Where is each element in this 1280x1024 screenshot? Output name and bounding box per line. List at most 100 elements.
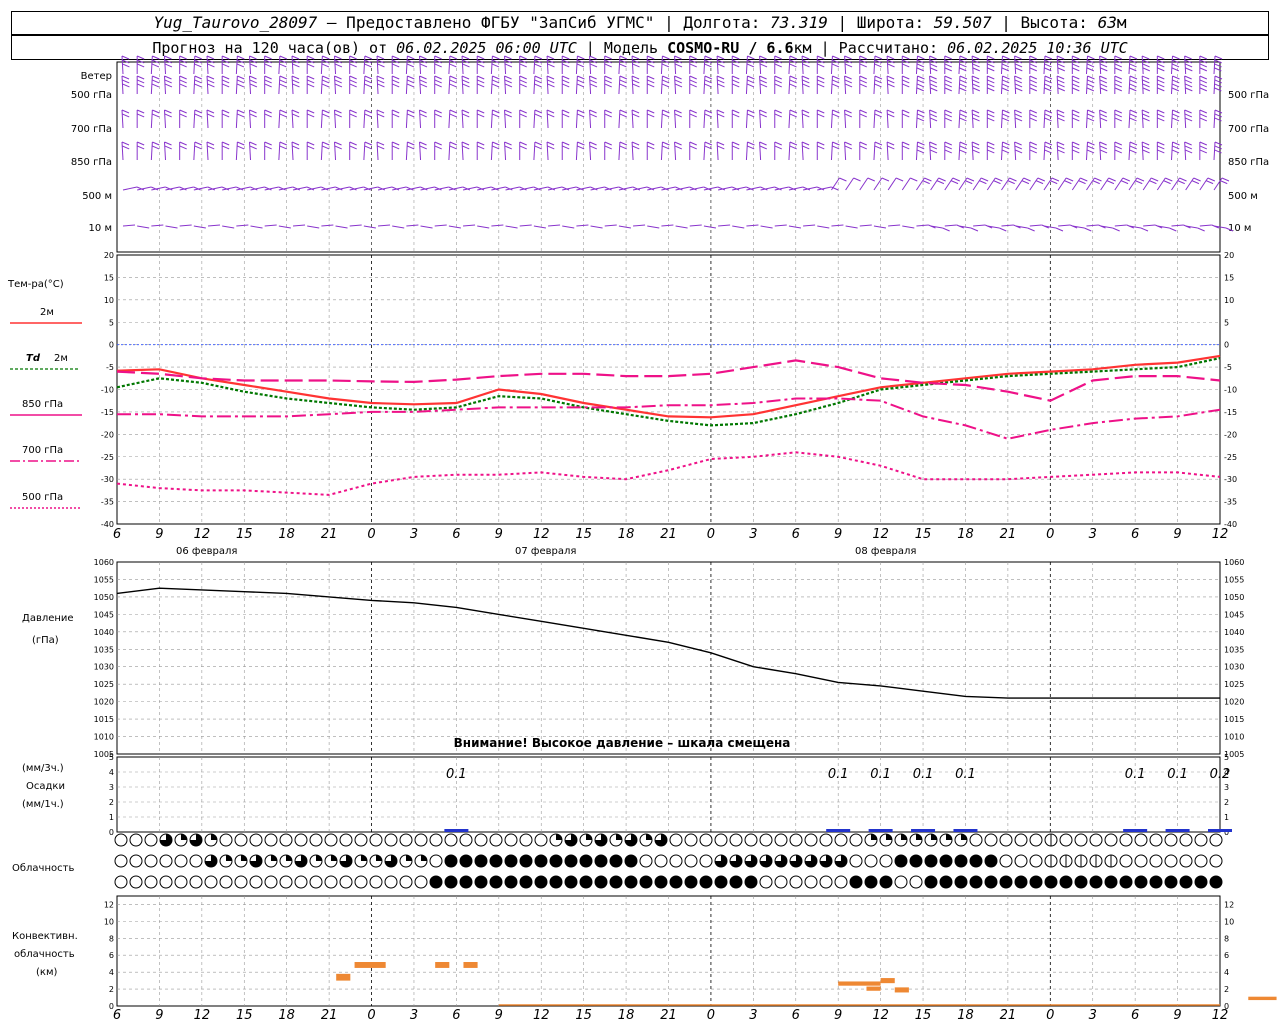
wind-barb bbox=[1171, 177, 1187, 191]
barb-feather bbox=[674, 55, 682, 60]
wind-barb bbox=[971, 55, 980, 75]
cloud-circle bbox=[1089, 833, 1103, 847]
barb-feather bbox=[789, 83, 797, 88]
cloud-symbol bbox=[204, 854, 218, 868]
wind-barb bbox=[816, 75, 825, 94]
barb-feather bbox=[887, 145, 895, 150]
cloud-symbol bbox=[279, 833, 293, 847]
y-tick-left: 4 bbox=[109, 968, 114, 977]
barb-staff bbox=[915, 141, 918, 161]
cloud-circle bbox=[1149, 875, 1163, 889]
wind-barb bbox=[731, 141, 740, 160]
cloud-circle bbox=[369, 833, 383, 847]
y-tick-right: 3 bbox=[1224, 783, 1229, 792]
wind-barb bbox=[548, 224, 561, 227]
barb-feather bbox=[604, 55, 612, 60]
barb-feather bbox=[959, 149, 967, 154]
barb-staff bbox=[973, 224, 986, 227]
barb-feather bbox=[1114, 79, 1123, 84]
barb-feather bbox=[249, 75, 257, 80]
wind-barb bbox=[491, 224, 504, 227]
barb-feather bbox=[577, 109, 585, 114]
barb-feather bbox=[1135, 180, 1143, 185]
wind-barb bbox=[618, 75, 628, 95]
barb-feather bbox=[1072, 145, 1080, 150]
barb-feather bbox=[576, 145, 585, 150]
barb-staff bbox=[533, 141, 536, 161]
barb-staff bbox=[307, 225, 320, 229]
barb-feather bbox=[859, 79, 867, 84]
barb-feather bbox=[334, 83, 343, 88]
cloud-symbol bbox=[174, 854, 188, 868]
conv-label-2: облачность bbox=[14, 949, 75, 960]
wind-barb bbox=[1085, 109, 1095, 129]
barb-staff bbox=[576, 224, 589, 227]
cloud-symbol bbox=[129, 833, 143, 847]
barb-feather bbox=[577, 55, 585, 60]
wind-barb bbox=[490, 141, 500, 161]
barb-feather bbox=[647, 55, 655, 60]
wind-barb bbox=[901, 141, 910, 160]
cloud-symbol bbox=[444, 833, 458, 847]
cloud-circle bbox=[1059, 833, 1073, 847]
barb-feather bbox=[349, 83, 357, 88]
barb-staff bbox=[1015, 177, 1025, 191]
y-tick-right: -35 bbox=[1224, 498, 1237, 507]
barb-feather bbox=[151, 79, 160, 84]
wind-barb bbox=[206, 141, 215, 161]
cloud-symbol bbox=[759, 833, 773, 847]
y-tick-left: -10 bbox=[101, 386, 114, 395]
barb-feather bbox=[562, 113, 570, 118]
wind-barb bbox=[1100, 177, 1116, 191]
barb-feather bbox=[987, 67, 995, 72]
wind-barb bbox=[504, 55, 513, 75]
barb-feather bbox=[859, 55, 867, 60]
cloud-symbol bbox=[1059, 854, 1073, 868]
wind-barb bbox=[179, 141, 187, 160]
barb-feather bbox=[264, 55, 272, 60]
wind-barb bbox=[121, 55, 130, 75]
cloud-symbol bbox=[1059, 875, 1073, 889]
barb-staff bbox=[448, 75, 451, 95]
wind-barb bbox=[164, 75, 173, 95]
wind-barb bbox=[604, 141, 612, 160]
barb-feather bbox=[449, 75, 458, 80]
wind-barb bbox=[406, 224, 419, 227]
cloud-symbol bbox=[969, 833, 983, 847]
barb-feather bbox=[1099, 145, 1108, 150]
cloud-symbol bbox=[1044, 854, 1058, 868]
cloud-symbol bbox=[339, 854, 353, 868]
wind-barb bbox=[334, 109, 342, 129]
cloud-symbol bbox=[414, 875, 428, 889]
barb-feather bbox=[944, 59, 952, 64]
y-tick-right: 20 bbox=[1224, 251, 1234, 260]
barb-feather bbox=[1057, 145, 1065, 150]
cloud-mark bbox=[211, 834, 217, 840]
barb-feather bbox=[817, 55, 825, 60]
cloud-circle bbox=[1149, 854, 1163, 868]
barb-feather bbox=[716, 75, 725, 80]
barb-staff bbox=[1213, 109, 1216, 129]
x-tick-label: 3 bbox=[749, 527, 757, 542]
wind-barb bbox=[1056, 141, 1065, 161]
wind-barb bbox=[774, 224, 787, 227]
wind-barb bbox=[1156, 177, 1173, 191]
wind-barb bbox=[1099, 141, 1108, 161]
wind-barb bbox=[929, 141, 938, 161]
barb-feather bbox=[1002, 141, 1010, 146]
cloud-circle bbox=[939, 875, 953, 889]
cloud-symbol bbox=[1014, 833, 1028, 847]
barb-staff bbox=[830, 55, 833, 75]
cloud-circle bbox=[639, 854, 653, 868]
barb-feather bbox=[917, 75, 925, 80]
barb-feather bbox=[887, 83, 895, 88]
cloud-symbol bbox=[864, 854, 878, 868]
barb-feather bbox=[902, 59, 910, 64]
barb-feather bbox=[929, 83, 938, 88]
barb-feather bbox=[534, 83, 542, 88]
barb-feather bbox=[534, 113, 542, 118]
x-tick-label: 12 bbox=[533, 527, 550, 542]
barb-staff bbox=[1057, 177, 1067, 191]
pressure-chart: 1060 10601055 10551050 10501045 10451040 1040… bbox=[94, 558, 1245, 759]
barb-feather bbox=[774, 113, 782, 118]
